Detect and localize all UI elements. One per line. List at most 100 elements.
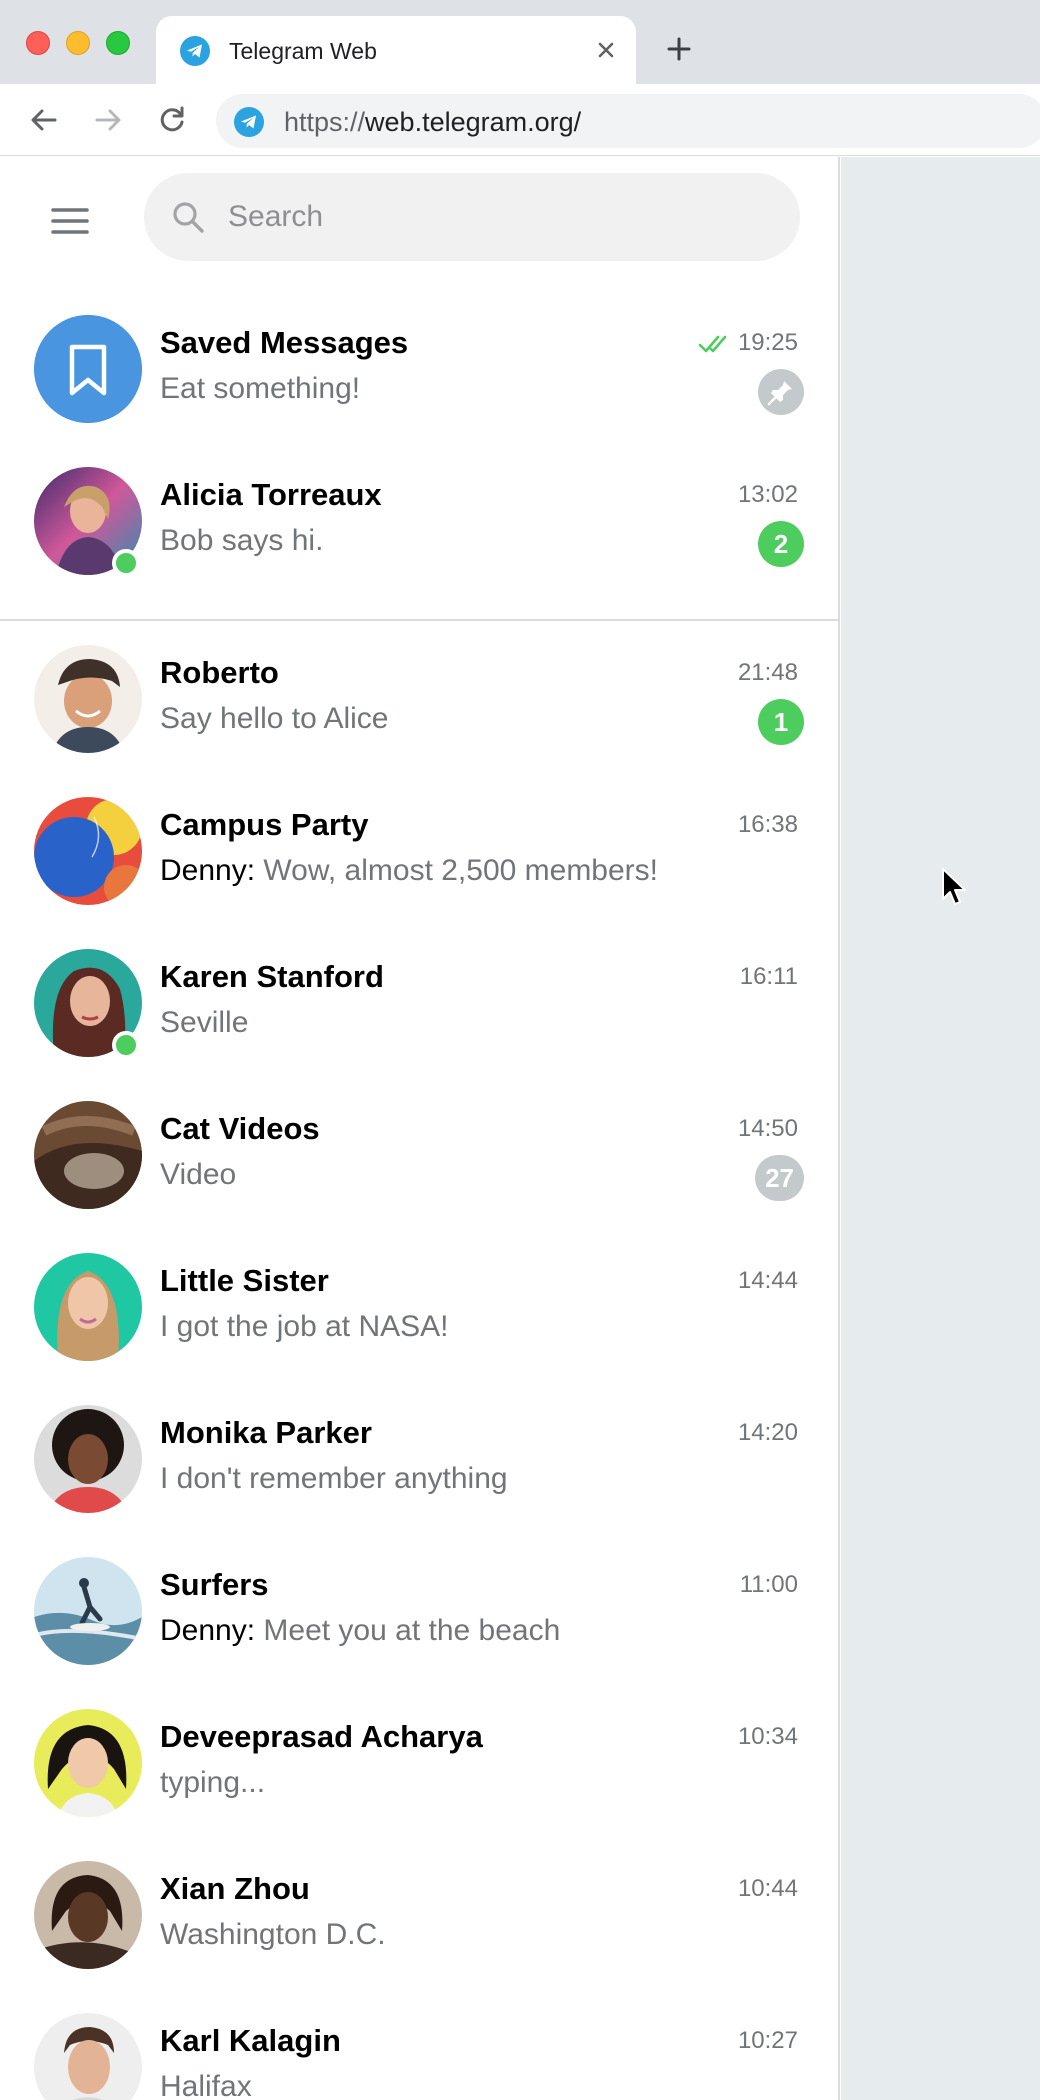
contact-photo-icon [34, 1709, 142, 1817]
url-text: https://web.telegram.org/ [284, 107, 581, 138]
chat-item-cat-videos[interactable]: Cat Videos Video 14:50 27 [0, 1079, 838, 1231]
chat-item-roberto[interactable]: Roberto Say hello to Alice 21:48 1 [0, 623, 838, 775]
chat-name: Karen Stanford [160, 959, 384, 994]
chat-item-xian-zhou[interactable]: Xian Zhou Washington D.C. 10:44 [0, 1839, 838, 1991]
chat-item-surfers[interactable]: Surfers Denny: Meet you at the beach 11:… [0, 1535, 838, 1687]
contact-photo-icon [34, 1253, 142, 1361]
browser-tab[interactable]: Telegram Web [156, 16, 636, 84]
chat-preview: Denny: Meet you at the beach [160, 1614, 560, 1648]
message-sender: Denny: [160, 854, 256, 887]
chat-name: Xian Zhou [160, 1871, 310, 1906]
chat-name: Saved Messages [160, 325, 409, 360]
chat-name: Surfers [160, 1567, 269, 1602]
search-box[interactable] [144, 173, 800, 261]
back-arrow-icon[interactable] [26, 102, 62, 138]
chat-preview: Washington D.C. [160, 1918, 386, 1951]
chat-item-saved-messages[interactable]: Saved Messages Eat something! 19:25 [0, 293, 838, 445]
chat-time: 16:38 [737, 811, 798, 838]
avatar [34, 1557, 142, 1665]
forward-arrow-icon[interactable] [90, 102, 126, 138]
browser-toolbar: https://web.telegram.org/ [0, 84, 1040, 156]
double-check-icon [698, 335, 727, 353]
window-maximize-button[interactable] [106, 31, 130, 55]
chat-time: 14:44 [737, 1267, 798, 1294]
pin-icon [767, 381, 792, 406]
avatar [34, 2013, 142, 2100]
chat-item-little-sister[interactable]: Little Sister I got the job at NASA! 14:… [0, 1231, 838, 1383]
window-minimize-button[interactable] [66, 31, 90, 55]
avatar [34, 1861, 142, 1969]
chat-preview: typing... [160, 1766, 266, 1799]
balloons-photo-icon [34, 797, 142, 905]
chat-preview: Denny: Wow, almost 2,500 members! [160, 854, 658, 888]
chat-time: 10:44 [737, 1875, 798, 1902]
chat-background-pane [841, 157, 1040, 2100]
chat-item-alicia-torreaux[interactable]: Alicia Torreaux Bob says hi. 13:02 2 [0, 445, 838, 621]
chat-time: 10:27 [737, 2027, 798, 2054]
chat-time: 13:02 [737, 481, 798, 508]
close-icon[interactable] [592, 36, 620, 64]
chat-time: 14:50 [737, 1115, 798, 1142]
avatar [34, 1253, 142, 1361]
tab-title: Telegram Web [229, 38, 377, 64]
chat-name: Alicia Torreaux [160, 477, 382, 512]
online-indicator [112, 1031, 140, 1059]
chat-item-monika-parker[interactable]: Monika Parker I don't remember anything … [0, 1383, 838, 1535]
url-scheme: https:// [284, 107, 366, 137]
cat-photo-icon [34, 1101, 142, 1209]
chat-time: 10:34 [737, 1723, 798, 1750]
chat-time: 14:20 [737, 1419, 798, 1446]
avatar [34, 645, 142, 753]
pinned-badge [758, 369, 804, 415]
search-icon [173, 202, 204, 233]
chat-item-karl-kalagin[interactable]: Karl Kalagin Halifax 10:27 [0, 1991, 838, 2100]
avatar [34, 797, 142, 905]
chat-sidebar: Saved Messages Eat something! 19:25 [0, 157, 840, 2100]
chat-time: 19:25 [737, 329, 798, 356]
chat-name: Roberto [160, 655, 279, 690]
chat-preview: Video [160, 1158, 237, 1191]
chat-item-deveeprasad-acharya[interactable]: Deveeprasad Acharya typing... 10:34 [0, 1687, 838, 1839]
url-host: web.telegram.org/ [365, 107, 582, 137]
surfer-photo-icon [34, 1557, 142, 1665]
telegram-icon [234, 107, 264, 137]
bookmark-icon [34, 315, 142, 423]
message-text: Meet you at the beach [263, 1614, 561, 1647]
chat-item-campus-party[interactable]: Campus Party Denny: Wow, almost 2,500 me… [0, 775, 838, 927]
chat-preview: Bob says hi. [160, 524, 324, 557]
chat-time: 11:00 [739, 1571, 798, 1598]
chat-name: Cat Videos [160, 1111, 320, 1146]
hamburger-menu-icon[interactable] [50, 201, 90, 241]
contact-photo-icon [34, 1861, 142, 1969]
browser-tab-strip: Telegram Web [0, 0, 1040, 84]
telegram-icon [180, 36, 210, 66]
unread-badge: 2 [758, 521, 804, 567]
chat-time: 21:48 [737, 659, 798, 686]
chat-item-karen-stanford[interactable]: Karen Stanford Seville 16:11 [0, 927, 838, 1079]
chat-name: Deveeprasad Acharya [160, 1719, 483, 1754]
chat-preview: Halifax [160, 2070, 252, 2100]
chat-list: Saved Messages Eat something! 19:25 Alic… [0, 293, 838, 2100]
chat-preview: Eat something! [160, 372, 361, 405]
chat-name: Karl Kalagin [160, 2023, 341, 2058]
avatar [34, 1101, 142, 1209]
chat-preview: I don't remember anything [160, 1462, 508, 1495]
window-close-button[interactable] [26, 31, 50, 55]
unread-badge: 1 [758, 699, 804, 745]
avatar [34, 315, 142, 423]
mouse-pointer-icon [942, 868, 966, 905]
new-tab-plus-icon[interactable] [664, 34, 694, 64]
avatar [34, 1405, 142, 1513]
reload-icon[interactable] [154, 102, 190, 138]
unread-badge: 27 [755, 1155, 804, 1201]
chat-name: Little Sister [160, 1263, 329, 1298]
contact-photo-icon [34, 645, 142, 753]
search-input[interactable] [228, 173, 768, 261]
address-bar[interactable]: https://web.telegram.org/ [216, 94, 1040, 148]
chat-name: Monika Parker [160, 1415, 372, 1450]
message-sender: Denny: [160, 1614, 256, 1647]
chat-time: 16:11 [739, 963, 798, 990]
online-indicator [112, 549, 140, 577]
contact-photo-icon [34, 1405, 142, 1513]
chat-preview: Seville [160, 1006, 249, 1039]
